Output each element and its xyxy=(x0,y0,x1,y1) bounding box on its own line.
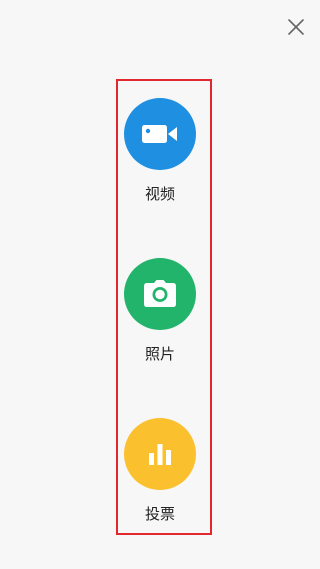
vote-option[interactable]: 投票 xyxy=(124,418,196,523)
camera-icon xyxy=(144,280,176,307)
video-circle xyxy=(124,98,196,170)
close-icon xyxy=(288,19,304,35)
photo-label: 照片 xyxy=(144,345,175,363)
video-camera-icon xyxy=(142,125,177,143)
video-option[interactable]: 视频 xyxy=(124,98,196,203)
vote-label: 投票 xyxy=(144,505,175,523)
close-button[interactable] xyxy=(284,15,308,39)
video-label: 视频 xyxy=(144,185,175,203)
vote-circle xyxy=(124,418,196,490)
photo-circle xyxy=(124,258,196,330)
photo-option[interactable]: 照片 xyxy=(124,258,196,363)
bar-chart-icon xyxy=(149,444,171,465)
